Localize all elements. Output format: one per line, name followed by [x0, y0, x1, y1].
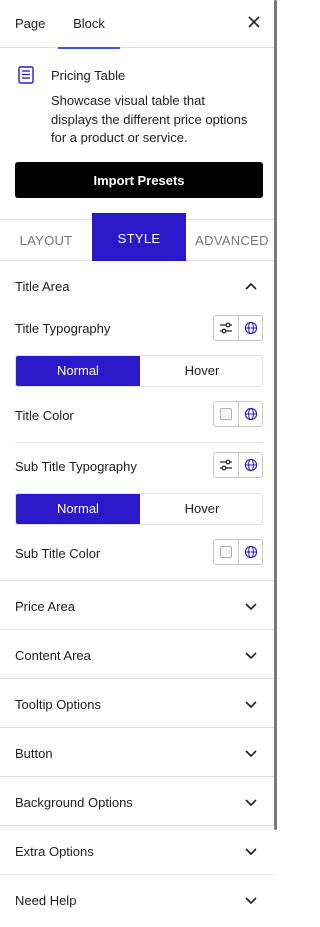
section-title: Background Options [15, 795, 133, 810]
global-color-button[interactable] [239, 540, 264, 564]
title-area-heading[interactable]: Title Area [15, 279, 69, 294]
typography-settings-button[interactable] [214, 453, 239, 477]
sub-title-color-controls [213, 539, 263, 565]
section-title: Need Help [15, 893, 77, 908]
section-title: Price Area [15, 599, 75, 614]
section-tooltip-options[interactable]: Tooltip Options [0, 678, 274, 727]
sub-title-normal-option[interactable]: Normal [16, 494, 140, 524]
chevron-up-icon[interactable] [245, 282, 257, 290]
sliders-icon [220, 322, 232, 334]
sliders-icon [220, 459, 232, 471]
chevron-down-icon [245, 848, 257, 856]
section-extra-options[interactable]: Extra Options [0, 825, 274, 874]
block-settings-panel: Page Block Pricing Table Showcase visual… [0, 0, 274, 927]
section-need-help[interactable]: Need Help [0, 874, 274, 923]
title-color-label: Title Color [15, 408, 74, 423]
block-title: Pricing Table [51, 68, 126, 83]
tab-page[interactable]: Page [15, 0, 45, 48]
typography-settings-button[interactable] [214, 316, 239, 340]
import-presets-button[interactable]: Import Presets [15, 162, 263, 198]
chevron-down-icon [245, 897, 257, 905]
title-normal-option[interactable]: Normal [16, 356, 140, 386]
chevron-down-icon [245, 799, 257, 807]
block-card: Pricing Table Showcase visual table that… [0, 48, 274, 218]
section-title: Button [15, 746, 53, 761]
chevron-down-icon [245, 603, 257, 611]
section-background-options[interactable]: Background Options [0, 776, 274, 825]
tab-layout[interactable]: LAYOUT [0, 220, 92, 261]
globe-icon [244, 407, 258, 421]
title-typography-controls [213, 315, 263, 341]
sub-title-typography-label: Sub Title Typography [15, 459, 137, 474]
tab-style[interactable]: STYLE [92, 213, 186, 261]
block-description: Showcase visual table that displays the … [51, 93, 248, 145]
tab-block[interactable]: Block [58, 0, 120, 49]
section-price-area[interactable]: Price Area [0, 580, 274, 629]
chevron-down-icon [245, 701, 257, 709]
table-icon [18, 66, 34, 84]
sub-title-state-toggle: Normal Hover [15, 493, 263, 525]
global-style-button[interactable] [239, 316, 264, 340]
globe-icon [244, 458, 258, 472]
close-icon[interactable] [246, 14, 262, 30]
chevron-down-icon [245, 750, 257, 758]
section-content-area[interactable]: Content Area [0, 629, 274, 678]
section-title: Content Area [15, 648, 91, 663]
style-tabs: LAYOUT STYLE ADVANCED [0, 213, 274, 261]
sub-title-typography-controls [213, 452, 263, 478]
title-typography-label: Title Typography [15, 321, 111, 336]
title-state-toggle: Normal Hover [15, 355, 263, 387]
title-color-controls [213, 401, 263, 427]
sub-title-color-picker[interactable] [214, 540, 239, 564]
color-swatch [220, 408, 232, 420]
title-color-picker[interactable] [214, 402, 239, 426]
sub-title-color-label: Sub Title Color [15, 546, 101, 561]
sub-title-hover-option[interactable]: Hover [140, 494, 262, 524]
global-style-button[interactable] [239, 453, 264, 477]
chevron-down-icon [245, 652, 257, 660]
section-title: Extra Options [15, 844, 94, 859]
tab-advanced[interactable]: ADVANCED [186, 220, 278, 261]
settings-header: Page Block [0, 0, 274, 49]
globe-icon [244, 545, 258, 559]
globe-icon [244, 321, 258, 335]
section-title: Tooltip Options [15, 697, 101, 712]
color-swatch [220, 546, 232, 558]
global-color-button[interactable] [239, 402, 264, 426]
section-button[interactable]: Button [0, 727, 274, 776]
divider [15, 442, 263, 443]
scrollbar[interactable] [274, 0, 277, 830]
title-hover-option[interactable]: Hover [140, 356, 262, 386]
